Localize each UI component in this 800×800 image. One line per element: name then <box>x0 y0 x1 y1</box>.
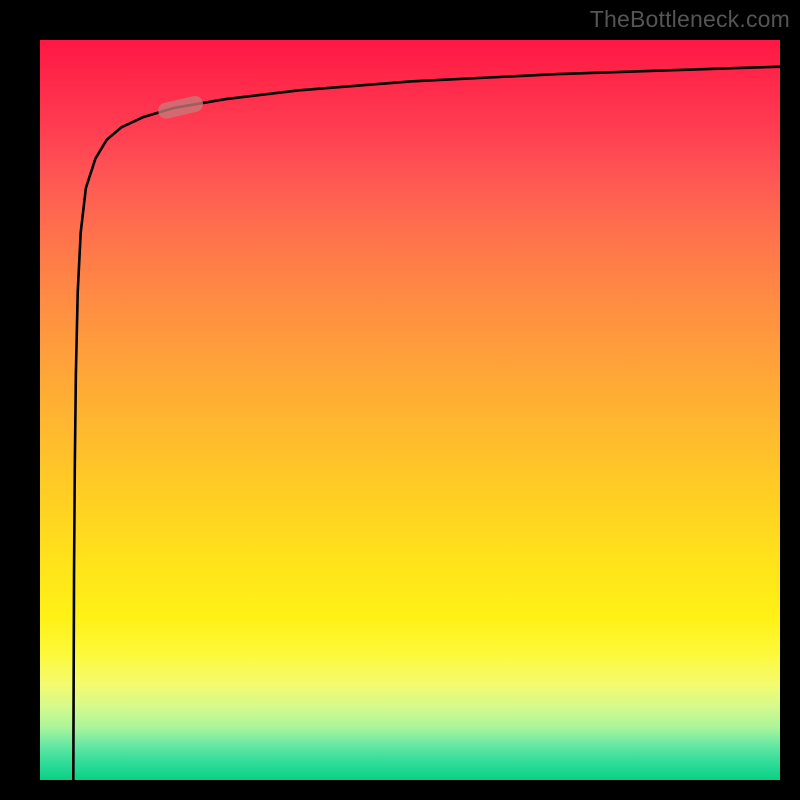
curve-svg <box>40 40 780 780</box>
performance-curve <box>73 67 780 780</box>
attribution-label: TheBottleneck.com <box>590 6 790 33</box>
chart-stage: TheBottleneck.com <box>0 0 800 800</box>
plot-area <box>40 40 780 780</box>
highlight-band <box>157 94 205 120</box>
